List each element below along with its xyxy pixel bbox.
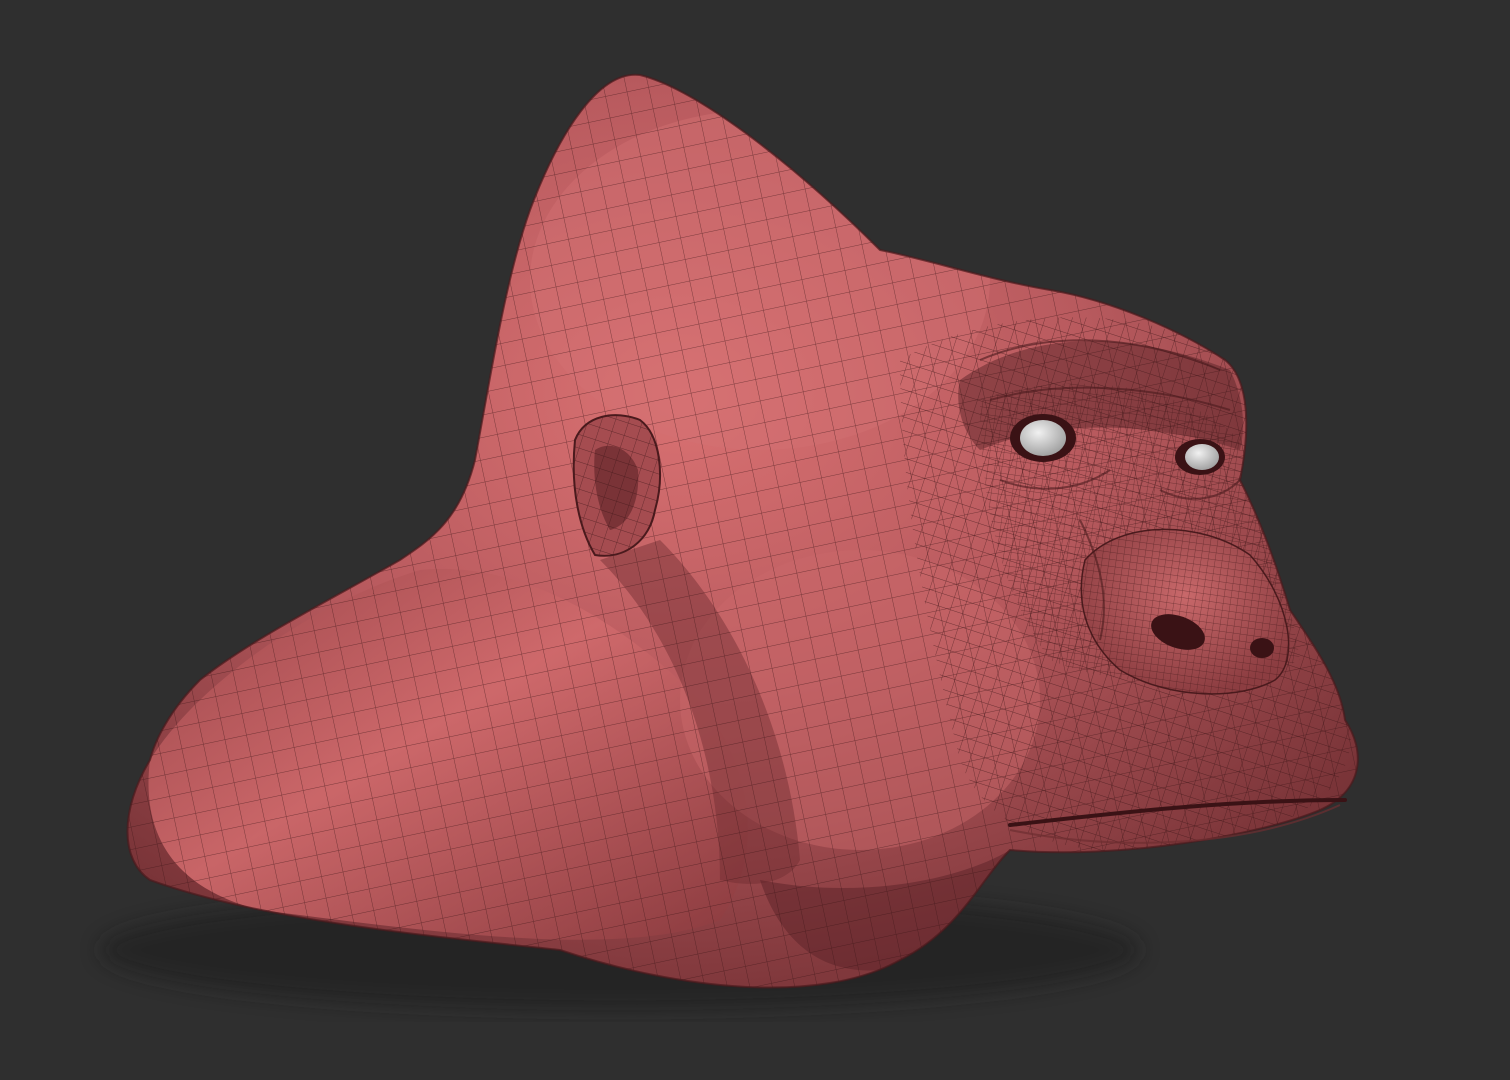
model-render[interactable]: [0, 0, 1510, 1080]
right-eye[interactable]: [1175, 439, 1225, 475]
right-nostril: [1250, 638, 1274, 658]
left-eye[interactable]: [1010, 414, 1076, 462]
3d-viewport[interactable]: [0, 0, 1510, 1080]
